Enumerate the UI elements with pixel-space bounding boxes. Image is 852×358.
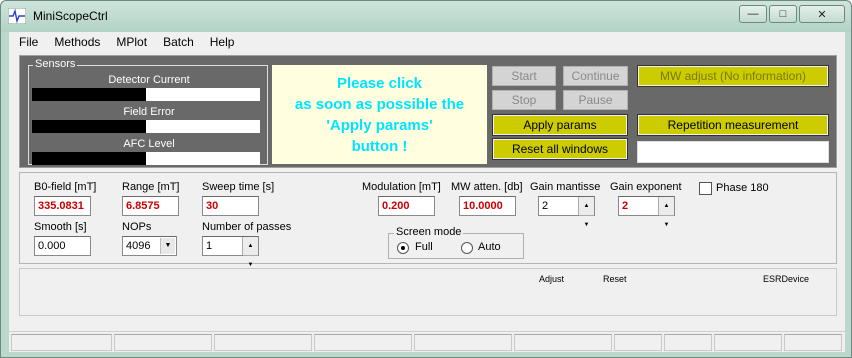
menu-methods[interactable]: Methods: [44, 35, 106, 49]
message-box: Please click as soon as possible the 'Ap…: [272, 65, 487, 164]
menu-help[interactable]: Help: [200, 35, 241, 49]
reset-all-windows-button[interactable]: Reset all windows: [492, 138, 628, 160]
screen-mode-legend: Screen mode: [394, 226, 464, 238]
gain-mantisse-value: 2: [542, 200, 549, 212]
mw-atten-label: MW atten. [db]: [451, 181, 523, 193]
plot-adjust-label[interactable]: Adjust: [539, 274, 564, 284]
maximize-icon: □: [779, 8, 787, 20]
phase-180-checkbox[interactable]: [699, 182, 712, 195]
field-error-label: Field Error: [123, 106, 175, 118]
status-panel: [664, 334, 712, 351]
window-title: MiniScopeCtrl: [33, 9, 108, 23]
smooth-label: Smooth [s]: [34, 221, 87, 233]
waveform-icon: [8, 8, 26, 24]
gain-exponent-stepper[interactable]: ▲ ▼: [658, 197, 674, 228]
status-panel: [114, 334, 212, 351]
gain-mantisse-label: Gain mantisse: [530, 181, 601, 193]
status-panel: [11, 334, 112, 351]
spin-up-icon[interactable]: ▲: [243, 237, 258, 255]
sensors-group: Sensors Detector Current Field Error AFC…: [28, 58, 268, 165]
repetition-measurement-button[interactable]: Repetition measurement: [637, 114, 829, 136]
passes-stepper[interactable]: ▲ ▼: [242, 237, 258, 268]
maximize-button[interactable]: □: [769, 5, 797, 23]
gain-exponent-value: 2: [622, 200, 629, 212]
modulation-label: Modulation [mT]: [362, 181, 441, 193]
passes-spinner[interactable]: 1 ▲ ▼: [202, 236, 259, 268]
afc-level-meter: [32, 152, 260, 165]
nops-dropdown[interactable]: 4096 ▼: [122, 236, 177, 256]
phase-180-label: Phase 180: [716, 182, 769, 194]
screen-mode-full-label: Full: [415, 241, 433, 253]
spin-down-icon[interactable]: ▼: [659, 215, 674, 234]
gain-mantisse-spinner[interactable]: 2 ▲ ▼: [538, 196, 595, 228]
plot-area: Adjust Reset ESRDevice: [19, 268, 837, 316]
sweep-time-input[interactable]: 30: [202, 196, 259, 216]
gain-exponent-label: Gain exponent: [610, 181, 682, 193]
parameters-panel: B0-field [mT] 335.0831 Range [mT] 6.8575…: [19, 172, 837, 268]
stop-button[interactable]: Stop: [492, 90, 556, 110]
detector-current-label: Detector Current: [108, 74, 190, 86]
sensors-legend: Sensors: [33, 58, 78, 70]
gain-mantisse-stepper[interactable]: ▲ ▼: [578, 197, 594, 228]
client-area: Sensors Detector Current Field Error AFC…: [9, 52, 845, 352]
status-panel: [514, 334, 612, 351]
detector-current-fill: [32, 88, 146, 101]
screen-mode-full-radio[interactable]: [397, 242, 409, 254]
screen-mode-auto-radio[interactable]: [461, 242, 473, 254]
control-panel: Sensors Detector Current Field Error AFC…: [19, 55, 837, 168]
screen-mode-auto-label: Auto: [478, 241, 501, 253]
apply-params-button[interactable]: Apply params: [492, 114, 628, 136]
status-text-box: [637, 141, 829, 163]
minimize-icon: —: [747, 8, 759, 20]
menu-batch[interactable]: Batch: [153, 35, 200, 49]
start-button[interactable]: Start: [492, 66, 556, 86]
b0-field-input[interactable]: 335.0831: [34, 196, 91, 216]
gain-exponent-spinner[interactable]: 2 ▲ ▼: [618, 196, 675, 228]
mw-atten-input[interactable]: 10.0000: [459, 196, 516, 216]
close-icon: ✕: [817, 8, 827, 21]
field-error-fill: [32, 120, 146, 133]
status-panel: [214, 334, 312, 351]
mw-adjust-button[interactable]: MW adjust (No information): [637, 65, 829, 87]
status-panel: [314, 334, 412, 351]
b0-field-label: B0-field [mT]: [34, 181, 97, 193]
minimize-button[interactable]: —: [739, 5, 767, 23]
range-input[interactable]: 6.8575: [122, 196, 179, 216]
status-bar: [9, 331, 845, 352]
close-button[interactable]: ✕: [799, 5, 845, 23]
menu-mplot[interactable]: MPlot: [106, 35, 153, 49]
nops-label: NOPs: [122, 221, 152, 233]
screen-mode-group: Screen mode Full Auto: [388, 226, 524, 259]
passes-label: Number of passes: [202, 221, 292, 233]
field-error-meter: [32, 120, 260, 133]
main-window: MiniScopeCtrl — □ ✕ File Methods MPlot B…: [0, 0, 852, 358]
status-panel: [784, 334, 842, 351]
detector-current-meter: [32, 88, 260, 101]
menu-file[interactable]: File: [9, 35, 44, 49]
plot-reset-label[interactable]: Reset: [603, 274, 627, 284]
modulation-input[interactable]: 0.200: [378, 196, 435, 216]
passes-value: 1: [206, 240, 213, 252]
continue-button[interactable]: Continue: [563, 66, 628, 86]
afc-level-fill: [32, 152, 146, 165]
sweep-time-label: Sweep time [s]: [202, 181, 275, 193]
spin-down-icon[interactable]: ▼: [579, 215, 594, 234]
spin-up-icon[interactable]: ▲: [659, 197, 674, 215]
status-panel: [414, 334, 512, 351]
pause-button[interactable]: Pause: [563, 90, 628, 110]
title-bar[interactable]: MiniScopeCtrl — □ ✕: [1, 1, 851, 32]
afc-level-label: AFC Level: [123, 138, 175, 150]
menu-bar: File Methods MPlot Batch Help: [9, 32, 845, 52]
chevron-down-icon[interactable]: ▼: [160, 238, 175, 254]
plot-device-label: ESRDevice: [763, 274, 810, 284]
status-panel: [614, 334, 662, 351]
status-panel: [714, 334, 782, 351]
smooth-input[interactable]: 0.000: [34, 236, 91, 256]
spin-up-icon[interactable]: ▲: [579, 197, 594, 215]
range-label: Range [mT]: [122, 181, 180, 193]
nops-value: 4096: [126, 240, 151, 252]
